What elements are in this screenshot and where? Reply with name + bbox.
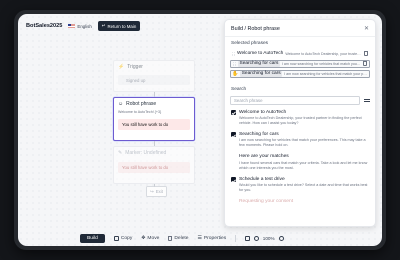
user-icon: ☺ <box>118 101 124 107</box>
move-button[interactable]: ✥ Move <box>141 235 160 242</box>
filter-icon[interactable] <box>364 97 370 103</box>
device-frame: BotSales2025 English ↵ Return to Main ⚡ … <box>14 10 386 250</box>
screen: BotSales2025 English ↵ Return to Main ⚡ … <box>18 14 382 246</box>
zoom-in-icon[interactable] <box>278 235 284 241</box>
phrase-checkbox[interactable] <box>231 177 236 183</box>
phrase-title: Searching for cars <box>239 131 279 137</box>
phrase-item[interactable]: Requesting your consent <box>225 196 375 209</box>
grab-hand-icon: ✋ <box>232 70 239 77</box>
zoom-level: 100% <box>262 235 275 241</box>
phrase-item[interactable]: Searching for cars I am now searching fo… <box>225 129 375 151</box>
drag-handle-icon[interactable] <box>232 51 235 56</box>
language-selector[interactable]: English <box>68 23 92 29</box>
exit-label: Exit <box>155 189 164 194</box>
selected-phrase-row[interactable]: Welcome to AutoTech Welcome to AutoTech … <box>230 50 370 59</box>
pencil-icon: ✎ <box>118 150 123 156</box>
phrase-title: Requesting your consent <box>239 199 294 205</box>
phrase-desc: I have found several cars that match you… <box>239 160 368 170</box>
phrase-desc: Would you like to schedule a test drive?… <box>239 183 368 193</box>
phrase-desc: I am now searching for vehicles that mat… <box>239 138 366 148</box>
sliders-icon: ☰ <box>197 236 202 241</box>
panel-header: Build / Robot phrase ✕ <box>225 20 375 37</box>
move-label: Move <box>147 235 160 241</box>
robot-node-title: Robot phrase <box>126 101 157 107</box>
phrase-title: Schedule a test drive <box>239 176 285 182</box>
zoom-out-icon[interactable] <box>253 235 259 241</box>
brand-name: BotSales2025 <box>26 23 63 29</box>
trigger-icon: ⚡ <box>118 64 125 70</box>
selected-phrase-row[interactable]: Searching for cars I am now searching fo… <box>230 59 370 68</box>
robot-phrase-node[interactable]: ☺ Robot phrase Welcome to AutoTech! {+3}… <box>113 97 195 141</box>
marker-node-title: Marker: Undefined <box>125 150 167 156</box>
phrase-item[interactable]: Schedule a test drive Would you like to … <box>225 174 375 196</box>
trigger-title: Trigger <box>127 64 143 70</box>
phrase-checkbox[interactable] <box>231 132 236 138</box>
panel-breadcrumb: Build / Robot phrase <box>231 25 280 32</box>
selected-phrase-title: Welcome to AutoTech <box>237 51 284 57</box>
phrase-item[interactable]: Here are your matches I have found sever… <box>225 151 375 173</box>
back-arrow-icon: ↵ <box>101 23 106 28</box>
selected-phrase-row-dragging[interactable]: ✋ Searching for cars I am now searching … <box>230 69 370 78</box>
phrase-title: Welcome to AutoTech <box>239 109 287 115</box>
move-icon: ✥ <box>141 236 146 241</box>
search-input[interactable]: Search phrase <box>230 95 360 105</box>
trigger-node[interactable]: ⚡ Trigger Signed up <box>113 60 195 92</box>
properties-button[interactable]: ☰ Properties <box>197 235 227 242</box>
robot-node-subtitle: Welcome to AutoTech! {+3} <box>118 110 162 114</box>
selected-phrase-desc: I am now searching for vehicles that mat… <box>281 61 361 66</box>
return-to-main-button[interactable]: ↵ Return to Main <box>97 21 141 31</box>
build-label: Build <box>87 235 98 241</box>
search-row: Search phrase <box>230 95 370 105</box>
marker-node[interactable]: ✎ Marker: Undefined You still have work … <box>113 146 195 184</box>
zoom-controls: 100% <box>244 235 284 241</box>
phrase-desc: Welcome to AutoTech Dealership, your tru… <box>239 116 362 125</box>
drag-handle-icon[interactable] <box>233 61 236 66</box>
phrase-checkbox[interactable] <box>231 110 236 115</box>
selected-phrase-desc: I am now searching for vehicles that mat… <box>284 71 367 76</box>
phrase-item[interactable]: Welcome to AutoTech Welcome to AutoTech … <box>225 107 375 129</box>
delete-button[interactable]: Delete <box>168 235 189 241</box>
top-bar: BotSales2025 English ↵ Return to Main <box>26 20 141 32</box>
copy-button[interactable]: Copy <box>113 235 133 241</box>
trash-icon[interactable] <box>364 51 368 57</box>
phrase-title: Here are your matches <box>239 154 289 160</box>
language-label: English <box>77 23 92 29</box>
bottom-toolbar: Build Copy ✥ Move Delete ☰ Properties 10… <box>80 233 284 243</box>
exit-icon: ↪ <box>150 188 154 194</box>
us-flag-icon <box>68 23 76 29</box>
return-label: Return to Main <box>107 23 137 29</box>
exit-node[interactable]: ↪ Exit <box>146 186 168 197</box>
selected-phrase-title: Searching for cars <box>238 60 280 67</box>
copy-label: Copy <box>120 235 133 241</box>
search-label: Search <box>231 86 247 92</box>
toolbar-divider <box>235 234 236 242</box>
close-icon[interactable]: ✕ <box>364 25 369 32</box>
delete-label: Delete <box>174 235 189 241</box>
build-button[interactable]: Build <box>80 233 105 243</box>
trash-icon <box>168 235 173 241</box>
trigger-value: Signed up <box>118 75 190 85</box>
marker-node-message: You still have work to do <box>118 162 190 173</box>
selected-phrase-title: Searching for cars <box>240 70 283 77</box>
selected-phrase-desc: Welcome to AutoTech Dealership, your tru… <box>285 51 362 56</box>
selected-phrases-label: Selected phrases <box>231 41 269 46</box>
robot-node-message: You still have work to do <box>118 119 190 130</box>
robot-phrase-panel: Build / Robot phrase ✕ Selected phrases … <box>224 19 376 227</box>
properties-label: Properties <box>203 235 227 241</box>
copy-icon <box>113 235 119 241</box>
fit-screen-icon[interactable] <box>244 235 250 241</box>
trash-icon[interactable] <box>363 61 367 67</box>
